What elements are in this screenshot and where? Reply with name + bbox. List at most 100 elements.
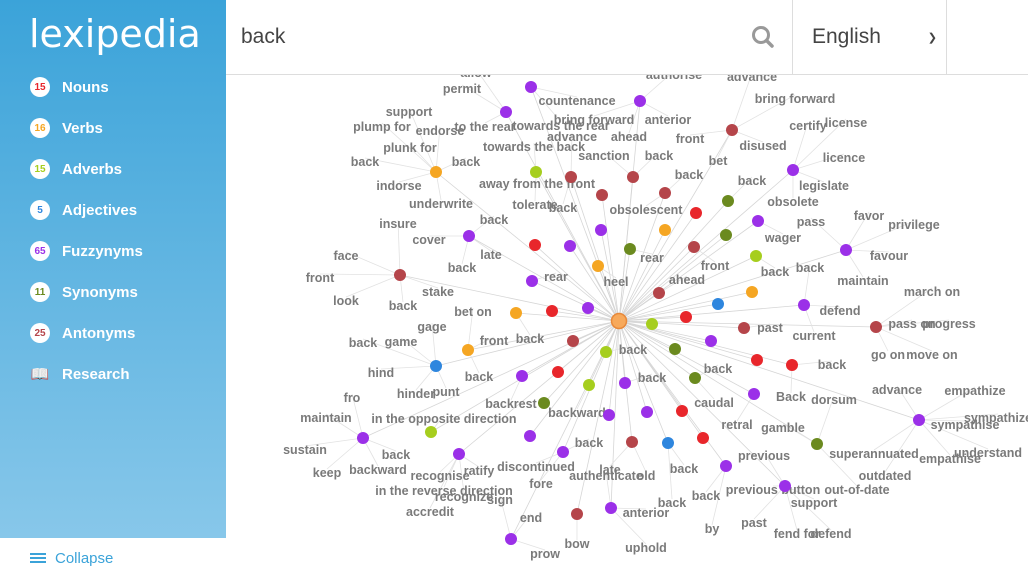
word-label[interactable]: end [520,511,542,525]
antonym-node[interactable] [596,189,608,201]
fuzzynym-node[interactable] [779,480,791,492]
word-label[interactable]: license [825,116,867,130]
word-label[interactable]: rear [640,251,664,265]
center-node[interactable] [610,312,628,330]
fuzzynym-node[interactable] [641,406,653,418]
word-label[interactable]: punt [432,385,460,399]
verb-node[interactable] [659,224,671,236]
word-label[interactable]: back [645,149,674,163]
fuzzynym-node[interactable] [595,224,607,236]
noun-node[interactable] [529,239,541,251]
word-label[interactable]: game [385,335,418,349]
word-label[interactable]: support [386,105,433,119]
word-label[interactable]: backward [349,463,407,477]
verb-node[interactable] [462,344,474,356]
sidebar-item-adjectives[interactable]: 5 Adjectives [30,198,137,222]
antonym-node[interactable] [567,335,579,347]
word-label[interactable]: empathise [919,452,981,466]
word-label[interactable]: previous button [726,483,820,497]
fuzzynym-node[interactable] [798,299,810,311]
language-select[interactable]: English ❯ [792,0,947,74]
fuzzynym-node[interactable] [840,244,852,256]
fuzzynym-node[interactable] [357,432,369,444]
word-label[interactable]: cover [412,233,445,247]
word-label[interactable]: towards the back [483,140,585,154]
word-label[interactable]: back [675,168,704,182]
synonym-node[interactable] [669,343,681,355]
search-input[interactable] [226,0,792,74]
word-label[interactable]: uphold [625,541,667,555]
word-label[interactable]: defend [820,304,861,318]
word-label[interactable]: fro [344,391,361,405]
word-label[interactable]: bow [565,537,590,551]
antonym-node[interactable] [726,124,738,136]
word-label[interactable]: recognise [410,469,469,483]
word-label[interactable]: obsolete [767,195,818,209]
noun-node[interactable] [552,366,564,378]
word-label[interactable]: bring forward [755,92,836,106]
fuzzynym-node[interactable] [453,448,465,460]
verb-node[interactable] [510,307,522,319]
word-label[interactable]: by [705,522,720,536]
fuzzynym-node[interactable] [619,377,631,389]
fuzzynym-node[interactable] [752,215,764,227]
fuzzynym-node[interactable] [505,533,517,545]
synonym-node[interactable] [689,372,701,384]
fuzzynym-node[interactable] [603,409,615,421]
noun-node[interactable] [546,305,558,317]
synonym-node[interactable] [538,397,550,409]
noun-node[interactable] [786,359,798,371]
logo[interactable]: lexipedia [29,12,201,56]
word-label[interactable]: wager [764,231,801,245]
word-label[interactable]: current [792,329,836,343]
word-label[interactable]: allow [460,75,492,80]
word-label[interactable]: back [349,336,378,350]
word-label[interactable]: anterior [623,506,670,520]
word-label[interactable]: keep [313,466,342,480]
word-label[interactable]: in the opposite direction [371,412,516,426]
word-label[interactable]: back [738,174,767,188]
antonym-node[interactable] [394,269,406,281]
word-label[interactable]: privilege [888,218,939,232]
word-label[interactable]: accredit [406,505,455,519]
word-label[interactable]: legislate [799,179,849,193]
word-label[interactable]: back [452,155,481,169]
word-label[interactable]: Back [776,390,806,404]
word-label[interactable]: hind [368,366,394,380]
word-label[interactable]: authenticate [569,469,643,483]
word-label[interactable]: plunk for [383,141,437,155]
word-label[interactable]: backward [548,406,606,420]
graph-canvas[interactable]: allow authorise advance permit countenance br… [226,75,1028,578]
fuzzynym-node[interactable] [787,164,799,176]
adjective-node[interactable] [430,360,442,372]
word-label[interactable]: back [382,448,411,462]
word-label[interactable]: ahead [611,130,647,144]
word-label[interactable]: hinder [397,387,435,401]
word-label[interactable]: to the rear [454,120,515,134]
adjective-node[interactable] [712,298,724,310]
noun-node[interactable] [751,354,763,366]
adverb-node[interactable] [583,379,595,391]
word-label[interactable]: superannuated [829,447,919,461]
word-label[interactable]: defend [811,527,852,541]
word-label[interactable]: past [741,516,768,530]
fuzzynym-node[interactable] [516,370,528,382]
word-label[interactable]: back [516,332,545,346]
sidebar-item-research[interactable]: 📖 Research [30,362,130,386]
word-label[interactable]: outdated [859,469,912,483]
word-label[interactable]: fore [529,477,553,491]
word-label[interactable]: past [757,321,784,335]
word-label[interactable]: back [796,261,825,275]
synonym-node[interactable] [811,438,823,450]
word-label[interactable]: dorsum [811,393,857,407]
word-label[interactable]: progress [922,317,976,331]
word-label[interactable]: advance [727,75,777,84]
word-label[interactable]: sign [487,493,513,507]
synonym-node[interactable] [624,243,636,255]
word-label[interactable]: obsolescent [610,203,684,217]
adverb-node[interactable] [425,426,437,438]
fuzzynym-node[interactable] [564,240,576,252]
word-label[interactable]: favour [870,249,908,263]
word-label[interactable]: back [480,213,509,227]
fuzzynym-node[interactable] [525,81,537,93]
